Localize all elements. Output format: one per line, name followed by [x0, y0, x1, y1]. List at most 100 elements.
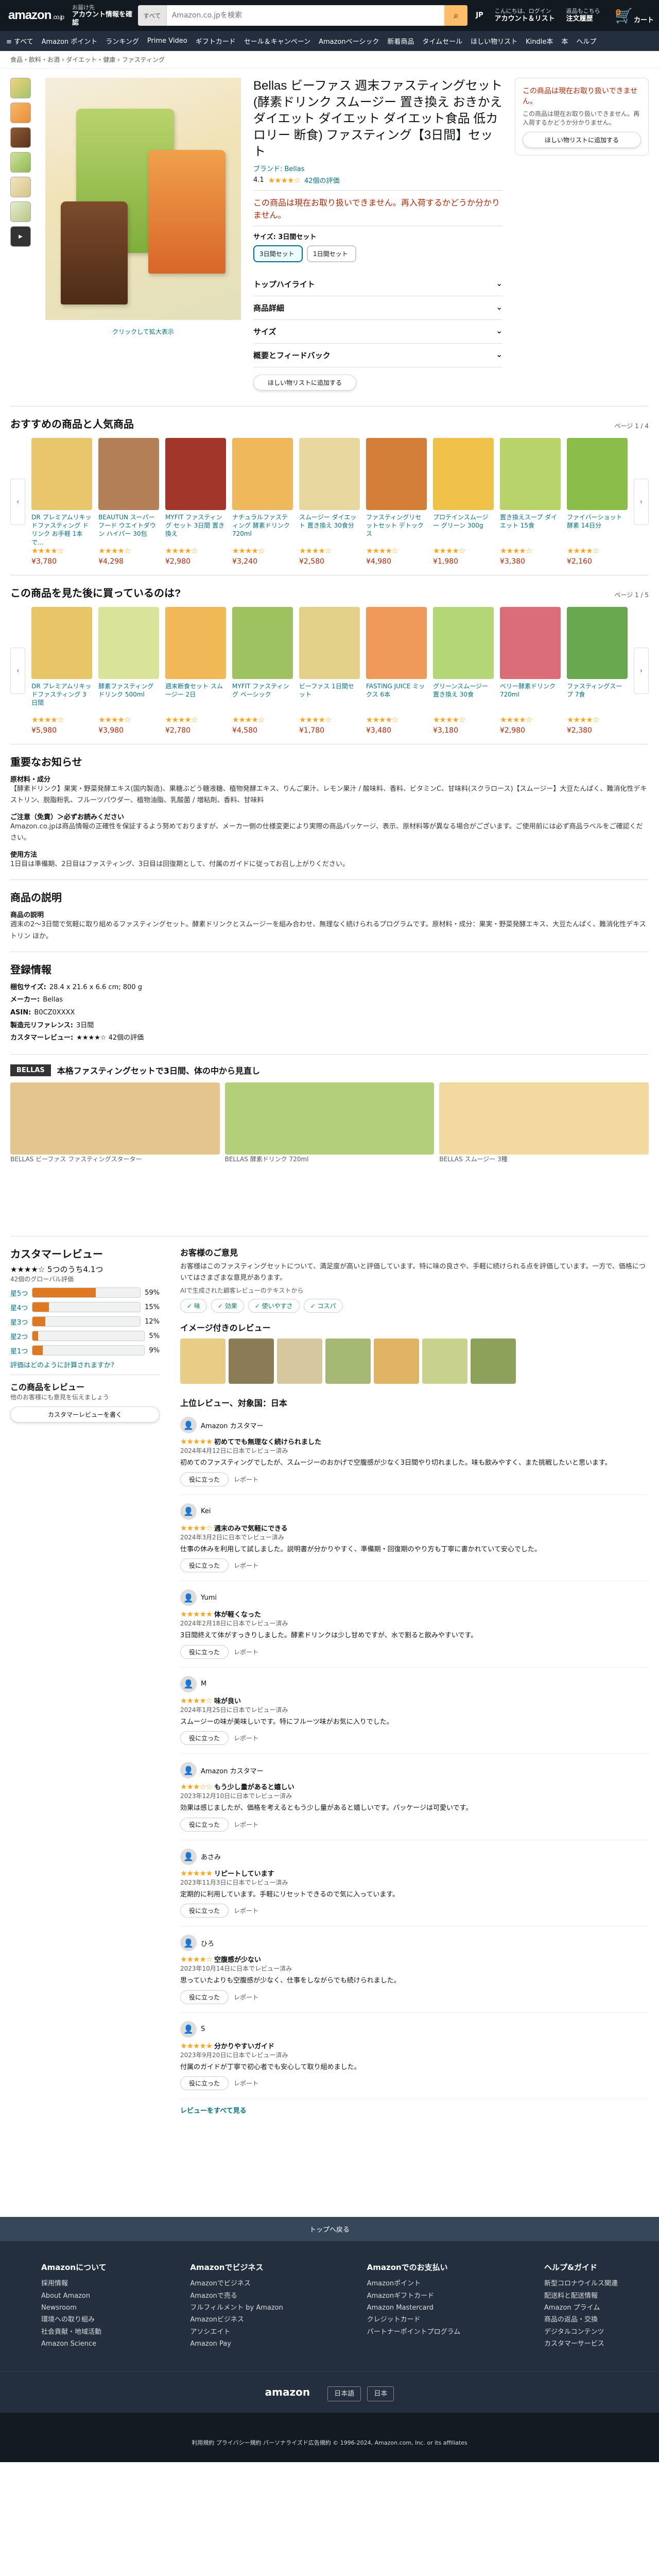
review-title[interactable]: 体が軽くなった	[214, 1611, 261, 1619]
aspect-tag[interactable]: ✓ 味	[180, 1299, 207, 1313]
review-title[interactable]: 分かりやすいガイド	[214, 2043, 274, 2050]
product-link[interactable]: 置き換えスープ ダイエット 15食	[500, 513, 561, 546]
orders-link[interactable]: 返品もこちら 注文履歴	[563, 8, 603, 23]
footer-link[interactable]: Amazon Science	[41, 2338, 107, 2350]
product-card[interactable]: MYFIT ファスティング セット 3日間 置き換え ★★★★☆ ¥2,980	[165, 438, 227, 566]
write-review-button[interactable]: カスタマーレビューを書く	[10, 1406, 160, 1423]
reviewer-name[interactable]: S	[201, 2025, 205, 2033]
product-image[interactable]	[31, 607, 93, 679]
how-calculated-link[interactable]: 評価はどのように計算されますか?	[10, 1362, 114, 1369]
main-product-image[interactable]	[45, 78, 241, 320]
brand-logo[interactable]: BELLAS	[10, 1064, 51, 1076]
size-option[interactable]: 1日間セット	[307, 245, 356, 262]
thumbnail[interactable]	[10, 177, 31, 197]
brand-item[interactable]: BELLAS ビーファス ファスティングスターター	[10, 1082, 220, 1227]
product-link[interactable]: ビーファス 1日間セット	[299, 682, 360, 715]
carousel-prev-button[interactable]: ‹	[10, 648, 26, 694]
review-image[interactable]	[180, 1338, 226, 1384]
review-title-line[interactable]: ★★★★★ 体が軽くなった	[180, 1609, 649, 1619]
wishlist-button[interactable]: ほしい物リストに追加する	[253, 375, 356, 391]
account-menu[interactable]: こんにちは、ログイン アカウント＆リスト	[492, 8, 558, 23]
review-title[interactable]: もう少し量があると嬉しい	[214, 1784, 294, 1791]
nav-item[interactable]: ≡ すべて	[6, 36, 33, 46]
product-image[interactable]	[432, 438, 494, 510]
product-link[interactable]: MYFIT ファスティング ベーシック	[232, 682, 293, 715]
buybox-wishlist-button[interactable]: ほしい物リストに追加する	[523, 132, 641, 148]
helpful-button[interactable]: 役に立った	[180, 1990, 229, 2004]
footer-link[interactable]: 環境への取り組み	[41, 2314, 107, 2326]
carousel-next-button[interactable]: ›	[633, 648, 649, 694]
histogram-row[interactable]: 星2つ 5%	[10, 1331, 160, 1342]
back-to-top[interactable]: トップへ戻る	[0, 2217, 659, 2242]
nav-item[interactable]: ヘルプ	[576, 36, 596, 46]
brand-item-title[interactable]: BELLAS スムージー 3種	[439, 1155, 649, 1227]
carousel-next-button[interactable]: ›	[633, 479, 649, 525]
star-level-link[interactable]: 星3つ	[10, 1317, 28, 1327]
aspect-tag[interactable]: ✓ コスパ	[303, 1299, 343, 1313]
product-card[interactable]: ビーファス 1日間セット ★★★★☆ ¥1,780	[299, 607, 360, 735]
report-link[interactable]: レポート	[234, 1820, 258, 1829]
footer-link[interactable]: 配送料と配送情報	[544, 2290, 618, 2302]
product-card[interactable]: BEAUTUN スーパーフード ウエイトダウン ハイパー 30包 ★★★★☆ ¥4,…	[98, 438, 160, 566]
footer-link[interactable]: Amazonビジネス	[190, 2314, 283, 2326]
review-image[interactable]	[277, 1338, 322, 1384]
star-level-link[interactable]: 星4つ	[10, 1302, 28, 1312]
review-title-line[interactable]: ★★★★★ 分かりやすいガイド	[180, 2041, 649, 2050]
review-title-line[interactable]: ★★★★☆ 空腹感が少ない	[180, 1954, 649, 1964]
product-image[interactable]	[98, 607, 160, 679]
brand-item[interactable]: BELLAS 酵素ドリンク 720ml	[224, 1082, 435, 1227]
product-image[interactable]	[165, 438, 227, 510]
product-link[interactable]: ファイバーショット 酵素 14日分	[567, 513, 628, 546]
product-image[interactable]	[299, 438, 360, 510]
thumbnail[interactable]	[10, 103, 31, 123]
review-title-line[interactable]: ★★★★★ リピートしています	[180, 1868, 649, 1878]
star-level-link[interactable]: 星1つ	[10, 1346, 28, 1355]
product-link[interactable]: 酵素ファスティング ドリンク 500ml	[98, 682, 159, 715]
review-image[interactable]	[422, 1338, 467, 1384]
product-image[interactable]	[366, 438, 427, 510]
thumbnail[interactable]	[10, 201, 31, 222]
review-title[interactable]: 初めてでも無理なく続けられました	[214, 1438, 321, 1446]
nav-item[interactable]: Amazonベーシック	[319, 36, 379, 46]
review-title-line[interactable]: ★★★★☆ 週末のみで気軽にできる	[180, 1523, 649, 1533]
nav-item[interactable]: ギフトカード	[196, 36, 236, 46]
product-card[interactable]: スムージー ダイエット 置き換え 30食分 ★★★★☆ ¥2,580	[299, 438, 360, 566]
product-image[interactable]	[165, 607, 227, 679]
report-link[interactable]: レポート	[234, 1734, 258, 1742]
review-image[interactable]	[374, 1338, 419, 1384]
footer-link[interactable]: Amazon Pay	[190, 2338, 283, 2350]
footer-link[interactable]: Amazonギフトカード	[367, 2290, 461, 2302]
helpful-button[interactable]: 役に立った	[180, 1817, 229, 1832]
helpful-button[interactable]: 役に立った	[180, 1472, 229, 1486]
aspect-tag[interactable]: ✓ 効果	[211, 1299, 244, 1313]
product-link[interactable]: 週末断食セット スムージー 2日	[165, 682, 226, 715]
footer-link[interactable]: Amazonポイント	[367, 2278, 461, 2290]
review-image[interactable]	[471, 1338, 516, 1384]
nav-item[interactable]: Prime Video	[147, 37, 187, 45]
product-card[interactable]: 週末断食セット スムージー 2日 ★★★★☆ ¥2,780	[165, 607, 227, 735]
thumbnail[interactable]	[10, 152, 31, 173]
aspect-tag[interactable]: ✓ 使いやすさ	[248, 1299, 300, 1313]
report-link[interactable]: レポート	[234, 1993, 258, 2002]
brand-item-image[interactable]	[224, 1082, 435, 1155]
product-card[interactable]: MYFIT ファスティング ベーシック ★★★★☆ ¥4,580	[232, 607, 293, 735]
product-card[interactable]: 置き換えスープ ダイエット 15食 ★★★★☆ ¥3,380	[499, 438, 561, 566]
footer-link[interactable]: カスタマーサービス	[544, 2338, 618, 2350]
review-title[interactable]: リピートしています	[214, 1870, 274, 1878]
reviewer-name[interactable]: M	[201, 1680, 206, 1688]
footer-link[interactable]: Newsroom	[41, 2302, 107, 2314]
product-link[interactable]: MYFIT ファスティング セット 3日間 置き換え	[165, 513, 226, 546]
thumbnail[interactable]	[10, 127, 31, 148]
brand-item-title[interactable]: BELLAS ビーファス ファスティングスターター	[10, 1155, 220, 1227]
product-image[interactable]	[566, 438, 628, 510]
nav-item[interactable]: 本	[561, 36, 568, 46]
product-image[interactable]	[232, 607, 293, 679]
product-link[interactable]: ファスティングスープ 7食	[567, 682, 628, 715]
video-thumbnail[interactable]: ▶	[10, 226, 31, 247]
product-card[interactable]: DR プレミアムリキッドファスティング 3日間 ★★★★☆ ¥5,980	[31, 607, 93, 735]
nav-item[interactable]: Kindle本	[526, 36, 553, 46]
helpful-button[interactable]: 役に立った	[180, 1558, 229, 1573]
footer-link[interactable]: アソシエイト	[190, 2326, 283, 2338]
product-card[interactable]: プロテインスムージー グリーン 300g ★★★★☆ ¥1,980	[432, 438, 494, 566]
footer-link[interactable]: フルフィルメント by Amazon	[190, 2302, 283, 2314]
